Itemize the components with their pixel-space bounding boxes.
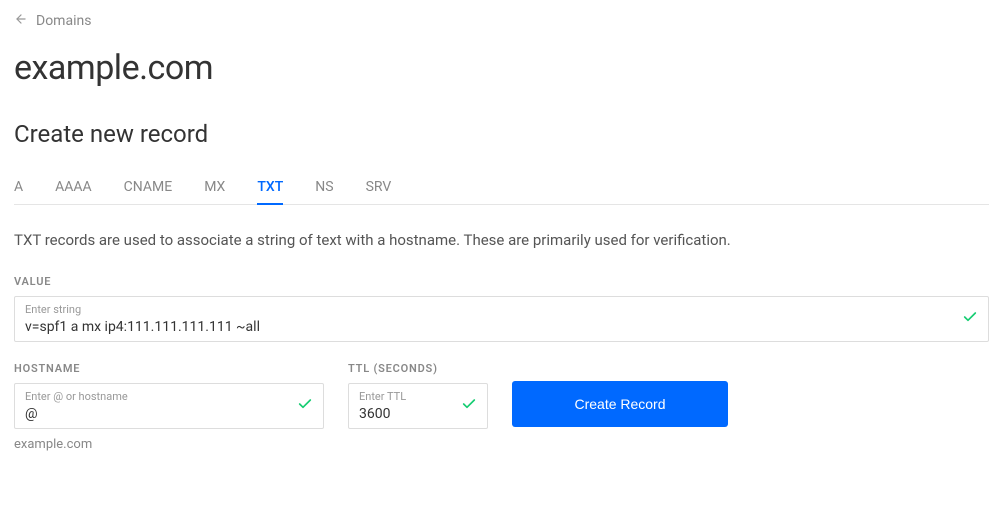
value-placeholder-label: Enter string <box>25 303 952 316</box>
tab-srv[interactable]: SRV <box>366 171 392 205</box>
value-input[interactable] <box>25 319 952 335</box>
check-icon <box>962 309 978 329</box>
hostname-input-wrapper: Enter @ or hostname <box>14 383 324 429</box>
value-input-wrapper: Enter string <box>14 296 989 342</box>
ttl-input[interactable] <box>359 406 451 422</box>
breadcrumb-label: Domains <box>36 13 91 29</box>
check-icon <box>297 396 313 416</box>
hostname-field-group: HOSTNAME Enter @ or hostname example.com <box>14 362 324 452</box>
check-icon <box>461 396 477 416</box>
hostname-label: HOSTNAME <box>14 362 324 375</box>
breadcrumb[interactable]: Domains <box>14 12 989 30</box>
ttl-input-wrapper: Enter TTL <box>348 383 488 429</box>
value-label: VALUE <box>14 275 989 288</box>
create-record-button[interactable]: Create Record <box>512 381 728 427</box>
tab-txt[interactable]: TXT <box>257 171 283 205</box>
section-title: Create new record <box>14 120 989 148</box>
ttl-label: TTL (SECONDS) <box>348 362 488 375</box>
tab-mx[interactable]: MX <box>204 171 225 205</box>
tab-cname[interactable]: CNAME <box>124 171 173 205</box>
record-type-description: TXT records are used to associate a stri… <box>14 231 989 249</box>
hostname-helper: example.com <box>14 437 324 452</box>
page-title: example.com <box>14 48 989 88</box>
hostname-input[interactable] <box>25 406 287 422</box>
value-field-group: VALUE Enter string <box>14 275 989 342</box>
tab-ns[interactable]: NS <box>315 171 333 205</box>
ttl-field-group: TTL (SECONDS) Enter TTL <box>348 362 488 429</box>
arrow-left-icon <box>14 12 36 30</box>
tab-a[interactable]: A <box>14 171 23 205</box>
ttl-placeholder-label: Enter TTL <box>359 390 451 403</box>
record-type-tabs: A AAAA CNAME MX TXT NS SRV <box>14 170 989 205</box>
hostname-placeholder-label: Enter @ or hostname <box>25 390 287 403</box>
tab-aaaa[interactable]: AAAA <box>55 171 92 205</box>
